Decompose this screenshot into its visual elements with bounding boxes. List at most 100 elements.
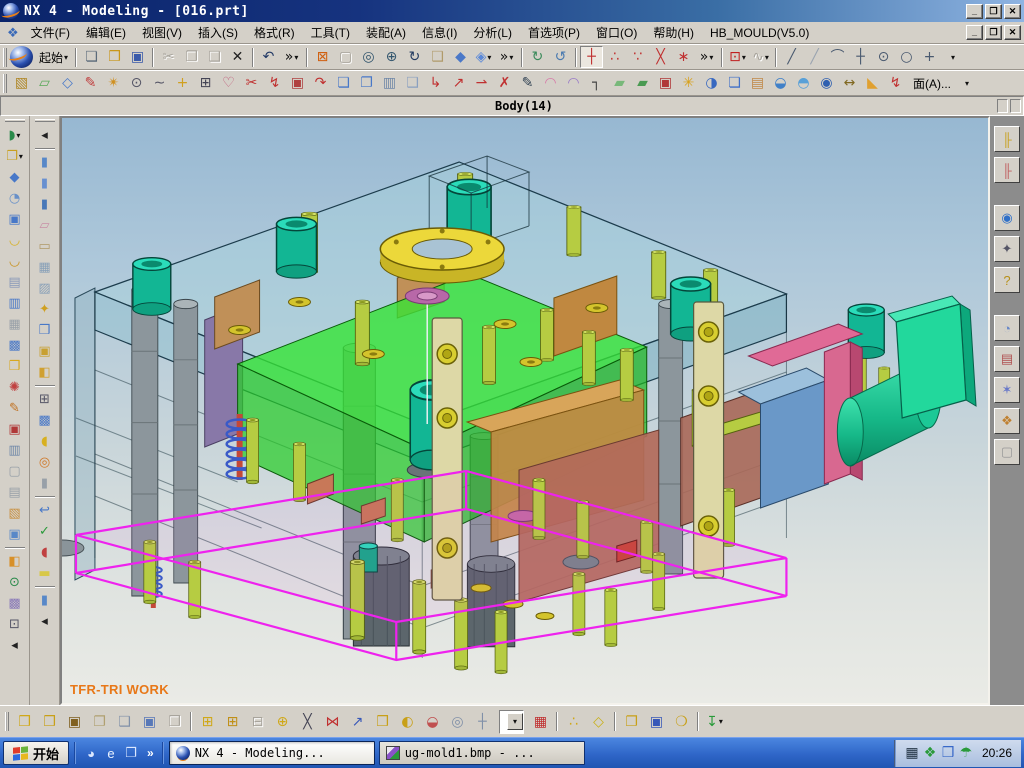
orange-block-icon[interactable]: ◧▾ (2, 551, 28, 572)
internet-tab[interactable]: ◉ (994, 205, 1020, 231)
edit-sketch-icon[interactable]: ✎▾ (2, 398, 28, 419)
extrude-feature-icon[interactable]: ◑▾ (700, 72, 723, 94)
note-icon[interactable]: ✎▾ (516, 72, 539, 94)
move-component-icon[interactable]: ⊕▾ (270, 710, 295, 734)
mirror-body-icon[interactable]: ❐▾ (355, 72, 378, 94)
find-component-icon[interactable]: ❒▾ (12, 710, 37, 734)
shaded-display-icon[interactable]: ◈▾ (472, 46, 495, 68)
point-icon[interactable]: ┼▾ (849, 46, 872, 68)
toolbar-grip[interactable] (35, 119, 55, 122)
line2-icon[interactable]: ╱▾ (803, 46, 826, 68)
assembly-navigator-tab[interactable]: ╟ (994, 126, 1020, 152)
start-button[interactable]: 开始 (3, 741, 69, 765)
plus-icon[interactable]: +▾ (918, 46, 941, 68)
instance-icon[interactable]: ❏▾ (332, 72, 355, 94)
draft-icon[interactable]: ◣▾ (861, 72, 884, 94)
assembly-filter-combo[interactable]: ▾ (499, 710, 524, 734)
menu-tools[interactable]: 工具(T) (303, 21, 358, 44)
red-cylinder-icon[interactable]: ◖▾ (32, 542, 58, 563)
dome-icon[interactable]: ◠▾ (539, 72, 562, 94)
menu-view[interactable]: 视图(V) (134, 21, 190, 44)
gray-block-icon[interactable]: ▢▾ (2, 461, 28, 482)
create-new-component-icon[interactable]: ⊞▾ (220, 710, 245, 734)
dynamic-csys-icon[interactable]: ↺▾ (549, 46, 572, 68)
boss-icon[interactable]: ▤▾ (746, 72, 769, 94)
pan-view-icon[interactable]: ❑▾ (426, 46, 449, 68)
pad-icon[interactable]: ◓▾ (792, 72, 815, 94)
snap-intersection-icon[interactable]: ╳▾ (649, 46, 672, 68)
open-file-icon[interactable]: ❒▾ (103, 46, 126, 68)
block-icon[interactable]: ▣▾ (2, 209, 28, 230)
task-nx[interactable]: NX 4 - Modeling... (169, 741, 375, 765)
toolbar-grip[interactable] (3, 74, 7, 93)
antivirus-icon[interactable]: ❖ (921, 743, 939, 763)
point-constructor-icon[interactable]: ⊡▾ (726, 46, 749, 68)
delete-curve-icon[interactable]: ✗▾ (493, 72, 516, 94)
bounded-plane2-icon[interactable]: ▰▾ (631, 72, 654, 94)
hole-icon[interactable]: ◉▾ (815, 72, 838, 94)
divide-curve-icon[interactable]: ↯▾ (263, 72, 286, 94)
joystick-icon[interactable]: ↯▾ (884, 72, 907, 94)
umbrella-icon[interactable]: ☂ (957, 743, 975, 763)
face-command-button[interactable]: 面(A)...▾ (907, 72, 955, 94)
network-icon[interactable]: ❒ (939, 743, 957, 763)
mirror-assembly-icon[interactable]: ⋈▾ (320, 710, 345, 734)
finish-icon[interactable]: ✦▾ (32, 299, 58, 320)
mating-conditions-icon[interactable]: ╳▾ (295, 710, 320, 734)
measure-icon[interactable]: ↔▾ (838, 72, 861, 94)
wave-link-icon[interactable]: ◐▾ (395, 710, 420, 734)
sweep-icon[interactable]: ◡▾ (2, 230, 28, 251)
system-materials-tab[interactable]: ▤ (994, 346, 1020, 372)
menu-information[interactable]: 信息(I) (414, 21, 465, 44)
dome2-icon[interactable]: ◠▾ (562, 72, 585, 94)
region-icon[interactable]: ♡▾ (217, 72, 240, 94)
spline-icon[interactable]: ⌒▾ (826, 46, 849, 68)
texture-cube-icon[interactable]: ▩▾ (2, 593, 28, 614)
menu-file[interactable]: 文件(F) (23, 21, 78, 44)
cavity-icon[interactable]: ▥▾ (2, 293, 28, 314)
sphere-icon[interactable]: ◔▾ (2, 188, 28, 209)
blue-block-icon[interactable]: ▣▾ (2, 524, 28, 545)
approve-icon[interactable]: ✓▾ (32, 521, 58, 542)
doc-close-button[interactable]: ✕ (1004, 25, 1021, 40)
substitute-component-icon[interactable]: ◒▾ (420, 710, 445, 734)
task-image-viewer[interactable]: ug-mold1.bmp - ... (379, 741, 585, 765)
project-curve-icon[interactable]: ↷▾ (309, 72, 332, 94)
copy-icon[interactable]: ❐▾ (180, 46, 203, 68)
flat-icon[interactable]: ▬▾ (32, 563, 58, 584)
doc-minimize-button[interactable]: _ (966, 25, 983, 40)
nx-logo-icon[interactable]: ▾ (10, 46, 33, 68)
history-palette-tab[interactable]: ✦ (994, 236, 1020, 262)
new-file-icon[interactable]: ❏▾ (80, 46, 103, 68)
menu-hb-mould[interactable]: HB_MOULD(V5.0) (702, 23, 817, 43)
snap-center-icon[interactable]: ∗▾ (672, 46, 695, 68)
block-feature-icon[interactable]: ▣▾ (654, 72, 677, 94)
empty-tab[interactable]: ▢ (994, 439, 1020, 465)
multiple-windows-icon[interactable]: ❑▾ (112, 710, 137, 734)
spline-feature-icon[interactable]: ∼▾ (148, 72, 171, 94)
minimize-button[interactable]: _ (966, 4, 983, 19)
line-icon[interactable]: ╱▾ (780, 46, 803, 68)
part-navigator-tab[interactable]: ╟ (994, 157, 1020, 183)
gray-cylinder-icon[interactable]: ▮▾ (32, 473, 58, 494)
doc-restore-button[interactable]: ❐ (985, 25, 1002, 40)
sheet-pink-icon[interactable]: ▱▾ (32, 215, 58, 236)
clearance-icon[interactable]: ┼▾ (470, 710, 495, 734)
pleat-icon[interactable]: ▩▾ (2, 335, 28, 356)
arrangements-icon[interactable]: ∴▾ (561, 710, 586, 734)
features-overflow-icon[interactable]: ▾ (955, 72, 978, 94)
save-component-icon[interactable]: ▣▾ (137, 710, 162, 734)
menu-edit[interactable]: 编辑(E) (78, 21, 134, 44)
bridge-curve-icon[interactable]: ⇀▾ (470, 72, 493, 94)
sequence-icon[interactable]: ▦▾ (528, 710, 553, 734)
snap-point-icon[interactable]: ┼▾ (580, 46, 603, 68)
datum-plane-icon[interactable]: ▱▾ (33, 72, 56, 94)
toolbar-grip[interactable] (5, 119, 25, 122)
wire-box-icon[interactable]: ▭▾ (32, 236, 58, 257)
zoom-icon[interactable]: ▢▾ (334, 46, 357, 68)
cylinders-icon[interactable]: ▥▾ (2, 440, 28, 461)
view-overflow-icon[interactable]: »▾ (495, 46, 518, 68)
deformable-part-icon[interactable]: ❍▾ (669, 710, 694, 734)
rotate-csys-icon[interactable]: ↻▾ (526, 46, 549, 68)
cylinder-c-icon[interactable]: ▮▾ (32, 194, 58, 215)
